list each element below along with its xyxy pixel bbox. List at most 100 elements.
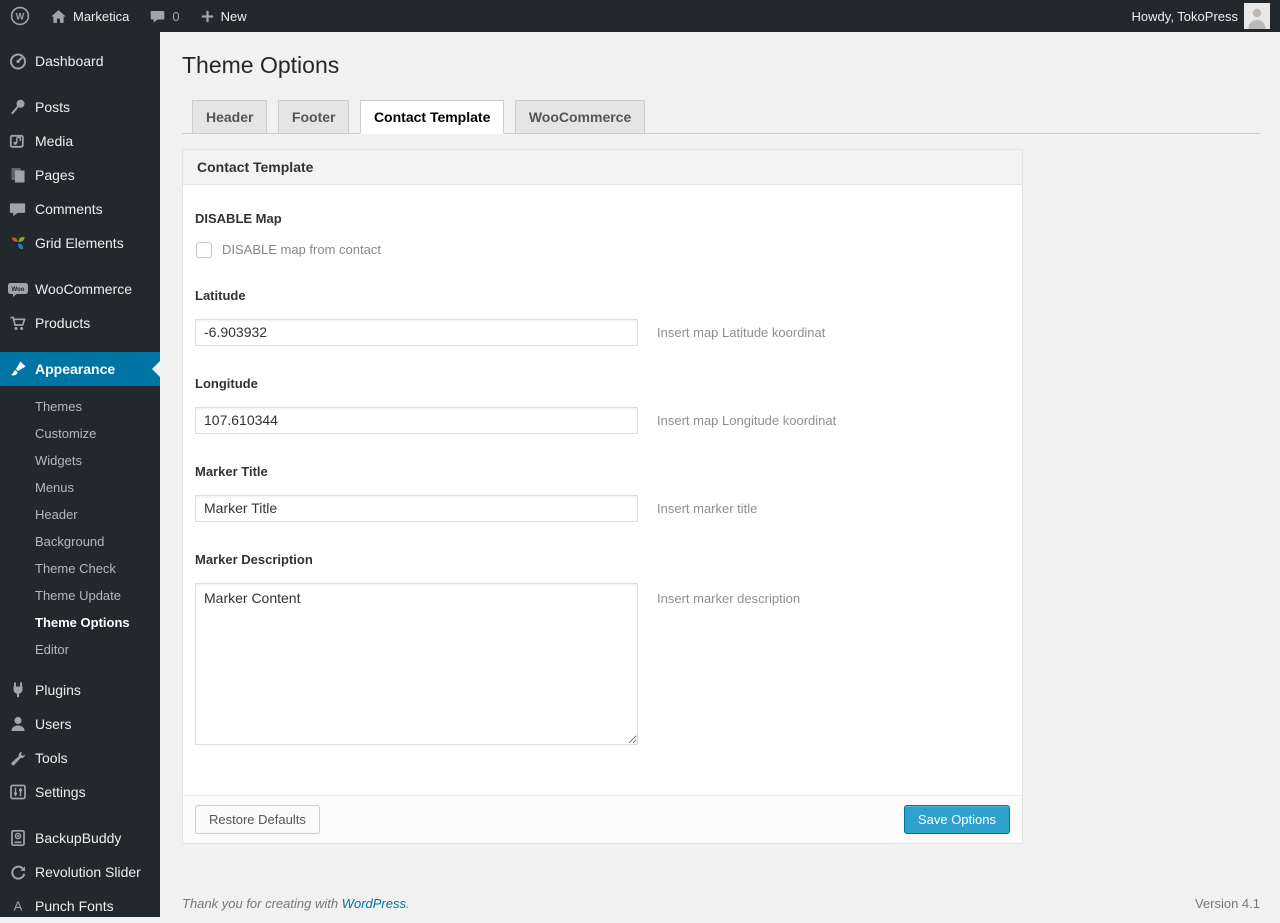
sidebar-item-settings[interactable]: Settings	[0, 775, 160, 809]
sidebar-item-pages[interactable]: Pages	[0, 158, 160, 192]
tab-woocommerce[interactable]: WooCommerce	[514, 100, 646, 134]
field-label: Longitude	[195, 375, 258, 391]
sidebar-label: Plugins	[35, 682, 81, 698]
tab-contact-template[interactable]: Contact Template	[359, 100, 505, 134]
sidebar-item-dashboard[interactable]: Dashboard	[0, 44, 160, 78]
woocommerce-badge-icon: Woo	[0, 279, 35, 299]
sidebar-subitem-theme-update[interactable]: Theme Update	[0, 582, 160, 609]
sidebar-label: Dashboard	[35, 53, 104, 69]
avatar	[1244, 3, 1270, 29]
sidebar-item-posts[interactable]: Posts	[0, 90, 160, 124]
sidebar-item-media[interactable]: Media	[0, 124, 160, 158]
sidebar-subitem-header[interactable]: Header	[0, 501, 160, 528]
comments-link[interactable]: 0	[139, 0, 189, 32]
pages-icon	[0, 165, 35, 185]
new-label: New	[220, 8, 247, 24]
sidebar-label: Users	[35, 716, 72, 732]
sidebar-subitem-themes[interactable]: Themes	[0, 393, 160, 420]
comment-bubble-icon	[149, 8, 166, 25]
grid-elements-icon	[0, 233, 35, 253]
howdy-account-link[interactable]: Howdy, TokoPress	[1122, 0, 1280, 32]
field-label: Marker Title	[195, 463, 268, 479]
sidebar-subitem-theme-options[interactable]: Theme Options	[0, 609, 160, 636]
field-hint: Insert map Longitude koordinat	[657, 412, 837, 428]
howdy-text: Howdy, TokoPress	[1131, 8, 1238, 24]
sidebar-label: Tools	[35, 750, 68, 766]
sidebar-item-backupbuddy[interactable]: BackupBuddy	[0, 821, 160, 855]
backup-drive-icon	[0, 828, 35, 848]
sidebar-subitem-editor[interactable]: Editor	[0, 636, 160, 663]
sidebar-label: Media	[35, 133, 74, 149]
sidebar-label: Revolution Slider	[35, 864, 141, 880]
sidebar-item-punch-fonts[interactable]: A Punch Fonts	[0, 889, 160, 923]
sidebar-item-woocommerce[interactable]: Woo WooCommerce	[0, 272, 160, 306]
sidebar-subitem-menus[interactable]: Menus	[0, 474, 160, 501]
sidebar-item-appearance[interactable]: Appearance	[0, 352, 160, 386]
user-icon	[0, 714, 35, 734]
sidebar-label: Comments	[35, 201, 103, 217]
sidebar-item-comments[interactable]: Comments	[0, 192, 160, 226]
marker-description-field: Marker Description Marker Content Insert…	[195, 552, 1010, 745]
sidebar-item-grid-elements[interactable]: Grid Elements	[0, 226, 160, 260]
tab-footer[interactable]: Footer	[277, 100, 350, 134]
field-label: Marker Description	[195, 551, 313, 567]
tab-header[interactable]: Header	[192, 100, 268, 134]
field-hint: Insert marker title	[657, 500, 758, 516]
refresh-arrows-icon	[0, 862, 35, 882]
latitude-input[interactable]	[195, 318, 638, 346]
page-title: Theme Options	[182, 52, 340, 78]
marker-description-textarea[interactable]: Marker Content	[195, 582, 638, 745]
sidebar-item-products[interactable]: Products	[0, 306, 160, 340]
sidebar-label: Settings	[35, 784, 86, 800]
pin-icon	[0, 97, 35, 117]
sidebar-item-revolution-slider[interactable]: Revolution Slider	[0, 855, 160, 889]
svg-text:W: W	[16, 12, 25, 22]
sidebar-subitem-theme-check[interactable]: Theme Check	[0, 555, 160, 582]
sidebar-subitem-widgets[interactable]: Widgets	[0, 447, 160, 474]
sidebar-item-plugins[interactable]: Plugins	[0, 673, 160, 707]
version-text: Version 4.1	[1194, 896, 1260, 912]
checkbox-label: DISABLE map from contact	[222, 242, 381, 258]
wrench-icon	[0, 748, 35, 768]
sidebar-item-tools[interactable]: Tools	[0, 741, 160, 775]
longitude-input[interactable]	[195, 406, 638, 434]
media-icon	[0, 131, 35, 151]
panel-title: Contact Template	[183, 149, 1022, 185]
restore-defaults-button[interactable]: Restore Defaults	[195, 804, 320, 835]
save-options-button[interactable]: Save Options	[903, 804, 1010, 835]
wordpress-link[interactable]: WordPress	[342, 896, 406, 911]
disable-map-field: DISABLE Map DISABLE map from contact	[195, 211, 1010, 258]
marker-title-input[interactable]	[195, 494, 638, 522]
sidebar-subitem-background[interactable]: Background	[0, 528, 160, 555]
sidebar-label: Appearance	[35, 361, 116, 377]
sidebar-label: Grid Elements	[35, 235, 124, 251]
svg-text:A: A	[13, 899, 22, 914]
sidebar-label: WooCommerce	[35, 281, 132, 297]
disable-map-checkbox[interactable]	[196, 241, 212, 258]
plus-icon	[200, 9, 215, 24]
panel-footer: Restore Defaults Save Options	[183, 794, 1022, 844]
sidebar-label: Pages	[35, 167, 75, 183]
site-name-link[interactable]: Marketica	[40, 0, 139, 32]
menu-separator	[0, 340, 160, 352]
sidebar-subitem-customize[interactable]: Customize	[0, 420, 160, 447]
sidebar-label: BackupBuddy	[35, 830, 122, 846]
marker-title-field: Marker Title Insert marker title	[195, 464, 1010, 522]
checkbox-row: DISABLE map from contact	[195, 241, 1010, 258]
field-label: DISABLE Map	[195, 210, 282, 226]
letter-a-icon: A	[0, 896, 35, 916]
page-footer: Thank you for creating with WordPress. V…	[182, 896, 1260, 911]
home-icon	[50, 8, 67, 25]
field-hint: Insert marker description	[657, 590, 801, 606]
comment-bubble-icon	[0, 200, 35, 219]
new-content-link[interactable]: New	[190, 0, 257, 32]
cart-icon	[0, 313, 35, 333]
wordpress-logo-menu[interactable]: W	[0, 0, 40, 32]
brush-icon	[0, 359, 35, 379]
admin-bar: W Marketica 0 New Howdy, TokoPress	[0, 0, 1280, 32]
contact-template-panel: Contact Template DISABLE Map DISABLE map…	[182, 148, 1023, 845]
sidebar-label: Punch Fonts	[35, 898, 114, 914]
wordpress-logo-icon: W	[10, 6, 30, 26]
sidebar-item-users[interactable]: Users	[0, 707, 160, 741]
dashboard-icon	[0, 51, 35, 71]
